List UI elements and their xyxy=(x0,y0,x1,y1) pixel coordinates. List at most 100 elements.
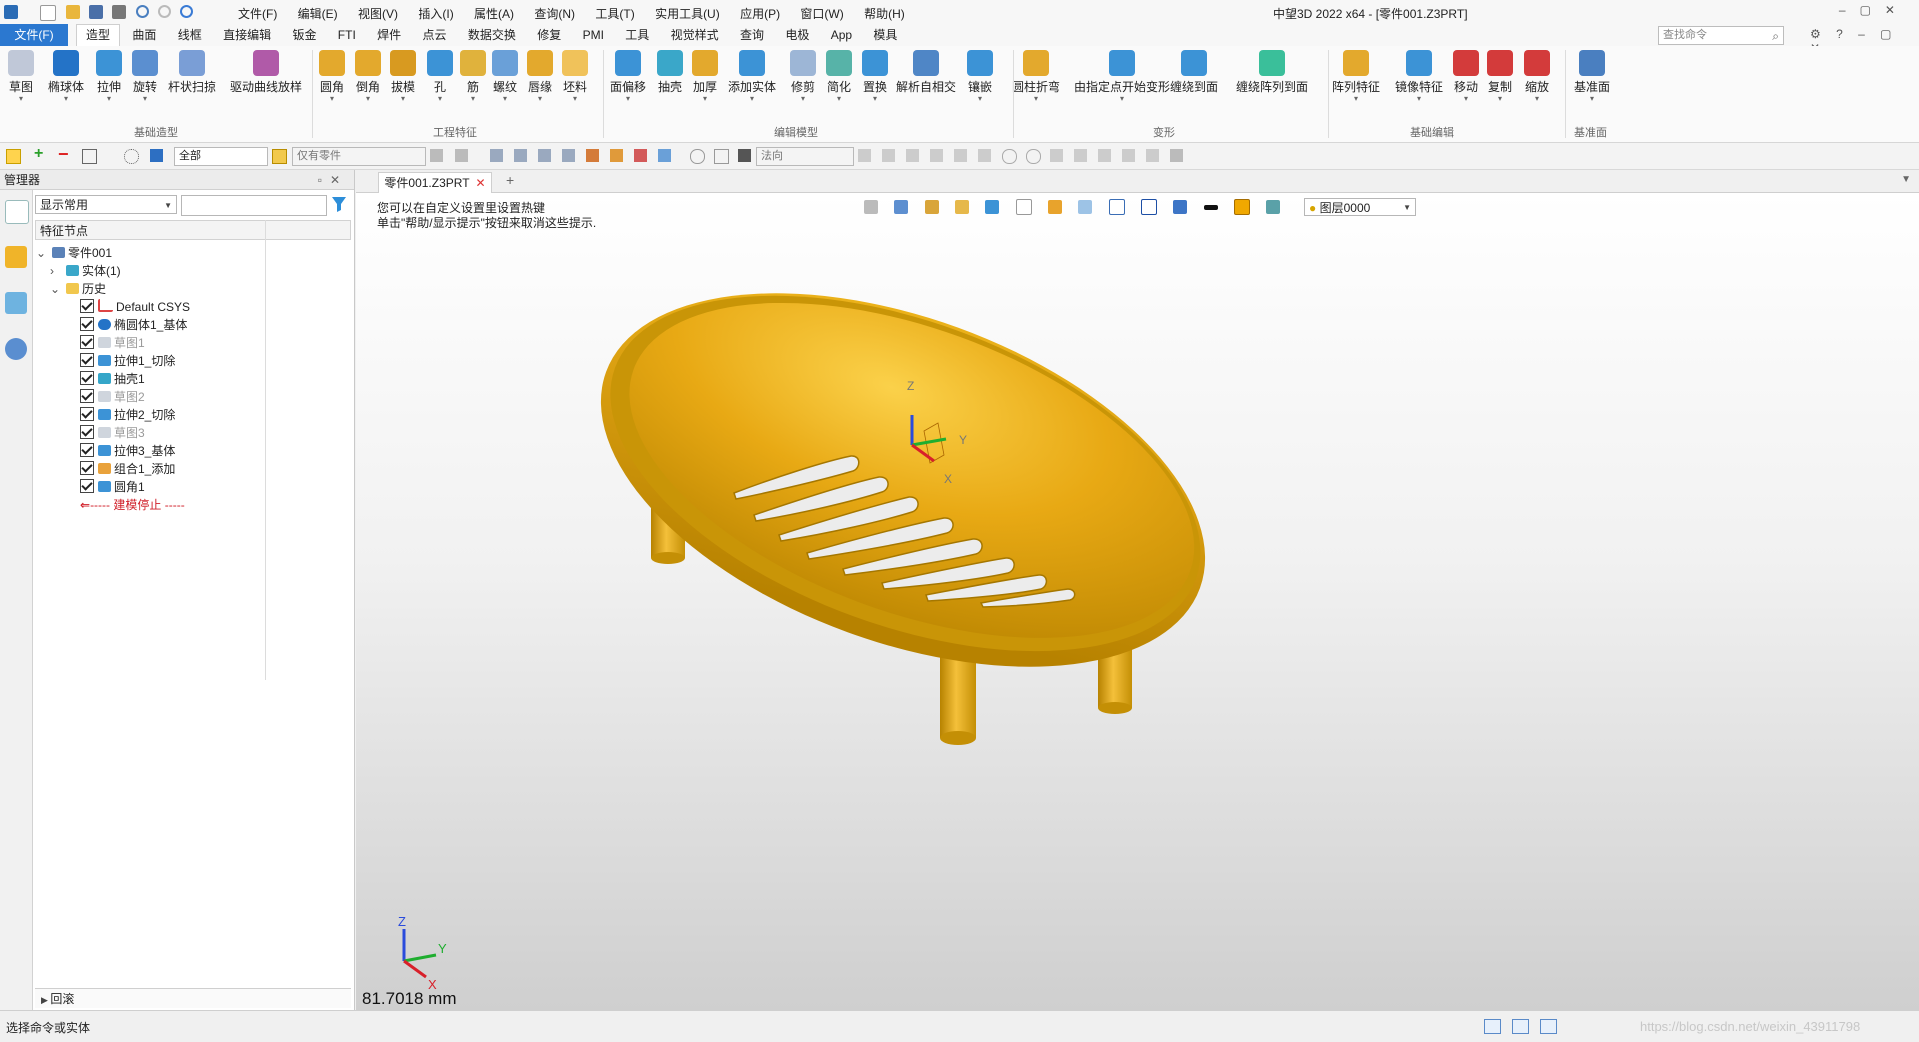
ribbon-wrap-pattern-to-face-button[interactable]: 缠绕阵列到面 xyxy=(1236,50,1308,95)
document-tab[interactable]: 零件001.Z3PRT ✕ xyxy=(378,172,492,193)
view-icon[interactable] xyxy=(658,149,671,162)
dropdown-arrow-icon[interactable]: ▾ xyxy=(390,95,416,103)
ribbon-thicken-button[interactable]: 加厚 ▾ xyxy=(692,50,718,103)
color-icon[interactable] xyxy=(586,149,599,162)
menu-attribute[interactable]: 属性(A) xyxy=(474,7,514,21)
expand-toggle-icon[interactable]: › xyxy=(50,262,62,280)
visibility-checkbox[interactable] xyxy=(80,299,94,313)
new-file-icon[interactable] xyxy=(40,5,57,21)
tab-surface[interactable]: 曲面 xyxy=(123,25,165,46)
view-orient-icon[interactable] xyxy=(894,200,909,214)
tab-data-exchange[interactable]: 数据交换 xyxy=(459,25,525,46)
parts-only-select[interactable]: 仅有零件 xyxy=(292,147,426,166)
dropdown-arrow-icon[interactable]: ▾ xyxy=(728,95,776,103)
ribbon-revolve-button[interactable]: 旋转 ▾ xyxy=(132,50,158,103)
dropdown-arrow-icon[interactable]: ▾ xyxy=(790,95,816,103)
menu-edit[interactable]: 编辑(E) xyxy=(298,7,338,21)
visibility-checkbox[interactable] xyxy=(80,443,94,457)
dropdown-arrow-icon[interactable]: ▾ xyxy=(355,95,381,103)
ribbon-move-button[interactable]: 移动 ▾ xyxy=(1453,50,1479,103)
snap-icon-c[interactable] xyxy=(906,149,919,162)
manager-panel-controls[interactable]: ▫✕ xyxy=(318,170,348,190)
dropdown-arrow-icon[interactable]: ▾ xyxy=(562,95,588,103)
ribbon-trim-button[interactable]: 修剪 ▾ xyxy=(790,50,816,103)
part-manager-icon[interactable] xyxy=(5,246,27,268)
snap-icon-h[interactable] xyxy=(1026,149,1041,164)
tree-node-sketch3[interactable]: 草图3 xyxy=(80,424,145,442)
tab-point-cloud[interactable]: 点云 xyxy=(414,25,456,46)
status-view-icon[interactable] xyxy=(1484,1019,1501,1034)
snap-icon-d[interactable] xyxy=(930,149,943,162)
tree-node-combine1[interactable]: 组合1_添加 xyxy=(80,460,175,478)
lasso-icon[interactable] xyxy=(124,149,139,164)
dropdown-arrow-icon[interactable]: ▾ xyxy=(692,95,718,103)
ribbon-chamfer-button[interactable]: 倒角 ▾ xyxy=(355,50,381,103)
open-file-icon[interactable] xyxy=(65,5,80,19)
wireframe-icon[interactable] xyxy=(1015,199,1032,215)
dropdown-arrow-icon[interactable]: ▾ xyxy=(1574,95,1610,103)
menu-help[interactable]: 帮助(H) xyxy=(864,7,905,21)
3d-viewport[interactable]: Z Y X Z Y X 您可以在自定义设置里设置热键 单击"帮助/显示提示"按钮… xyxy=(356,193,1919,1010)
shading-icon[interactable] xyxy=(985,200,1000,214)
section-icon[interactable] xyxy=(1048,200,1063,214)
display-icon[interactable] xyxy=(1078,200,1093,214)
file-tab[interactable]: 文件(F) xyxy=(0,24,68,46)
dropdown-arrow-icon[interactable]: ▾ xyxy=(460,95,486,103)
tab-app[interactable]: App xyxy=(822,25,861,46)
ribbon-cylinder-bend-button[interactable]: 圆柱折弯 ▾ xyxy=(1012,50,1060,103)
filter-icon[interactable] xyxy=(150,149,163,162)
tab-wireframe[interactable]: 线框 xyxy=(169,25,211,46)
ribbon-hole-button[interactable]: 孔 ▾ xyxy=(427,50,453,103)
print-icon[interactable] xyxy=(112,5,127,19)
menu-file[interactable]: 文件(F) xyxy=(238,7,277,21)
box-select-icon[interactable] xyxy=(82,149,97,164)
ribbon-inlay-button[interactable]: 镶嵌 ▾ xyxy=(967,50,993,103)
close-tab-icon[interactable]: ✕ xyxy=(476,176,486,190)
tree-node-sketch1[interactable]: 草图1 xyxy=(80,334,145,352)
align-icon-b[interactable] xyxy=(514,149,527,162)
tree-node-extrude2[interactable]: 拉伸2_切除 xyxy=(80,406,175,424)
ribbon-face-offset-button[interactable]: 面偏移 ▾ xyxy=(610,50,646,103)
status-screen-icon[interactable] xyxy=(1512,1019,1529,1034)
toolbar-icon-b[interactable] xyxy=(455,149,468,162)
visibility-checkbox[interactable] xyxy=(80,389,94,403)
dropdown-arrow-icon[interactable]: ▾ xyxy=(610,95,646,103)
command-search-input[interactable]: 查找命令 ⌕ xyxy=(1658,26,1784,45)
menu-tools[interactable]: 工具(T) xyxy=(595,7,634,21)
ribbon-sketch-button[interactable]: 草图 ▾ xyxy=(8,50,34,103)
menu-utilities[interactable]: 实用工具(U) xyxy=(655,7,720,21)
user-manager-icon[interactable] xyxy=(5,338,27,360)
soap-dish-model[interactable]: Z Y X Z Y X xyxy=(356,193,1919,1010)
stop-arrow-icon[interactable]: ⇐ xyxy=(80,498,90,512)
select-icon[interactable] xyxy=(6,149,21,164)
ribbon-fillet-button[interactable]: 圆角 ▾ xyxy=(319,50,345,103)
tree-node-csys[interactable]: Default CSYS xyxy=(80,298,190,316)
visibility-checkbox[interactable] xyxy=(80,461,94,475)
dropdown-arrow-icon[interactable]: ▾ xyxy=(1074,95,1170,103)
menu-window[interactable]: 窗口(W) xyxy=(800,7,843,21)
tree-node-fillet1[interactable]: 圆角1 xyxy=(80,478,145,496)
visibility-checkbox[interactable] xyxy=(80,317,94,331)
tab-repair[interactable]: 修复 xyxy=(528,25,570,46)
visibility-checkbox[interactable] xyxy=(80,335,94,349)
dropdown-arrow-icon[interactable]: ▾ xyxy=(1012,95,1060,103)
render-icon[interactable] xyxy=(955,200,970,214)
refresh-icon[interactable] xyxy=(714,149,729,164)
frame-icon[interactable] xyxy=(1108,199,1125,215)
direction-select[interactable]: 法向 xyxy=(756,147,854,166)
tab-mold[interactable]: 模具 xyxy=(864,25,906,46)
dropdown-arrow-icon[interactable]: ▾ xyxy=(48,95,84,103)
tree-node-sketch2[interactable]: 草图2 xyxy=(80,388,145,406)
dropdown-arrow-icon[interactable]: ▾ xyxy=(1332,95,1380,103)
dropdown-arrow-icon[interactable]: ▾ xyxy=(1487,95,1513,103)
redo-icon[interactable] xyxy=(158,5,172,18)
tab-tools[interactable]: 工具 xyxy=(616,25,658,46)
ribbon-simplify-button[interactable]: 简化 ▾ xyxy=(826,50,852,103)
rollback-bar[interactable]: ▶ 回滚 xyxy=(35,988,351,1008)
tab-weldment[interactable]: 焊件 xyxy=(368,25,410,46)
part-filter-icon[interactable] xyxy=(272,149,287,164)
tree-node-history[interactable]: ⌄ 历史 xyxy=(50,280,106,298)
ribbon-shell-button[interactable]: 抽壳 xyxy=(657,50,683,95)
tab-sheet-metal[interactable]: 钣金 xyxy=(283,25,325,46)
history-icon[interactable] xyxy=(690,149,705,164)
